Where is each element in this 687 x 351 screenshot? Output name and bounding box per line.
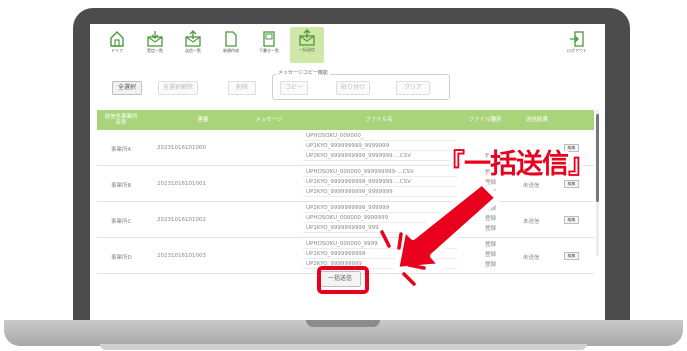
callout-text: 『一括送信』 <box>438 149 595 180</box>
laptop-notch <box>306 320 380 327</box>
screen: ドリフ 受信一覧 送信一覧 新規作成 下書き一覧 一括送信 ログアウト 全選択 … <box>90 24 605 320</box>
laptop-base-shadow <box>100 344 587 350</box>
